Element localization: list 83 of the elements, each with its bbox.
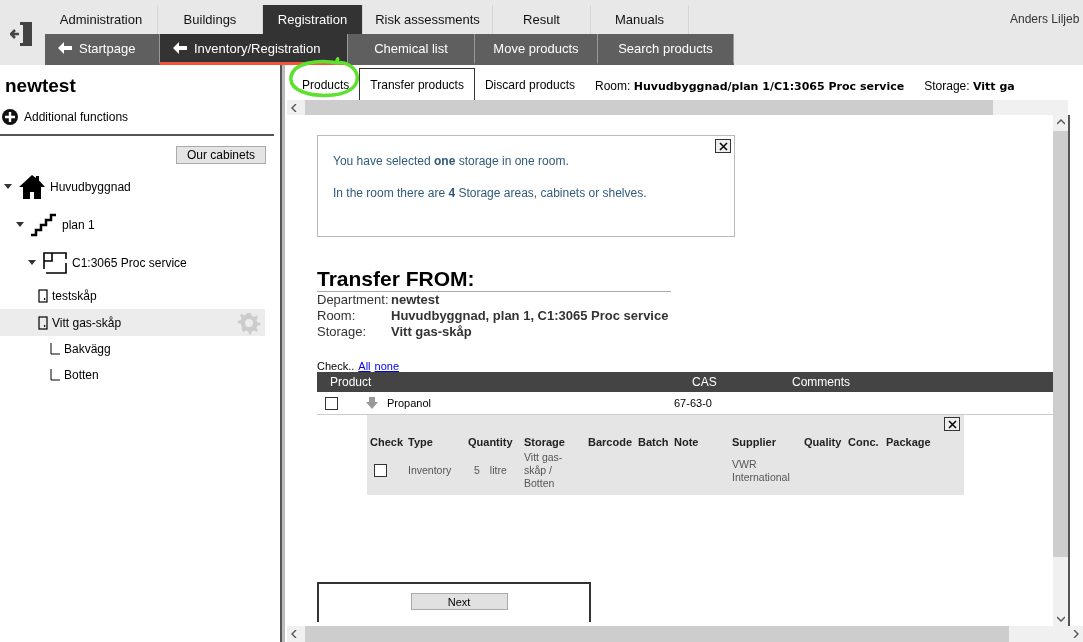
content-tab[interactable]: Transfer products	[359, 68, 475, 100]
tree-item[interactable]: Bakvägg	[0, 336, 265, 362]
column-header: Barcode	[588, 435, 634, 450]
column-header: Type	[408, 435, 434, 450]
room-location: Room: Huvudbyggnad/plan 1/C1:3065 Proc service	[594, 78, 906, 95]
field-value: Vitt gas-skåp	[391, 324, 473, 340]
down-arrow-icon[interactable]	[366, 397, 378, 409]
row-checkbox[interactable]	[374, 464, 387, 477]
check-link[interactable]: All	[358, 360, 371, 372]
caret-icon[interactable]	[4, 184, 12, 190]
product-name: Propanol	[387, 397, 433, 409]
horizontal-scrollbar[interactable]	[287, 100, 1068, 115]
check-link[interactable]: none	[374, 360, 399, 372]
close-icon	[718, 141, 728, 151]
tree-item[interactable]: C1:3065 Proc service	[0, 244, 265, 282]
field-label: Storage:	[317, 324, 368, 340]
close-button[interactable]	[715, 139, 731, 153]
scroll-right-icon[interactable]	[1073, 630, 1079, 638]
left-arrow-icon	[57, 41, 73, 55]
subnav-tab[interactable]: Search products	[598, 34, 734, 65]
content-tab[interactable]: Discard products	[474, 70, 585, 100]
scroll-left-icon[interactable]	[291, 103, 297, 112]
scroll-up-icon[interactable]	[1056, 119, 1065, 125]
cabinet-icon	[38, 315, 48, 330]
caret-icon[interactable]	[16, 222, 24, 228]
tree-item[interactable]: Huvudbyggnad	[0, 168, 265, 206]
branch-line-icon	[50, 369, 60, 381]
caret-icon[interactable]	[28, 260, 36, 266]
scroll-down-icon[interactable]	[1056, 616, 1065, 622]
exit-door-icon[interactable]	[10, 20, 34, 48]
column-header: Storage	[524, 435, 566, 450]
field-label: Room:	[317, 308, 357, 324]
field-value: Huvudbyggnad, plan 1, C1:3065 Proc service	[391, 308, 670, 324]
field-label: Department:	[317, 292, 390, 308]
tree-item[interactable]: plan 1	[0, 206, 265, 244]
column-header: Batch	[638, 435, 670, 450]
floor-plan-icon	[42, 251, 68, 275]
section-heading: Transfer FROM:	[317, 267, 671, 292]
tree-item[interactable]: testskåp	[0, 282, 265, 309]
nav-tab[interactable]: Registration	[263, 5, 363, 34]
cas-number: 67-63-0	[674, 397, 712, 409]
left-arrow-icon	[172, 41, 188, 55]
table-cell-text: VWR International	[732, 456, 791, 485]
table-cell: litre	[489, 464, 507, 477]
subnav-tab[interactable]: Move products	[475, 34, 598, 65]
check-label: Check..	[317, 360, 355, 372]
branch-line-icon	[50, 343, 60, 355]
column-header: CAS	[692, 375, 718, 389]
column-header: Quantity	[468, 435, 514, 450]
field-value: newtest	[391, 292, 441, 308]
storage-location: Storage: Vitt ga	[923, 78, 1016, 95]
horizontal-scrollbar[interactable]	[287, 626, 1083, 642]
tree-item[interactable]: Vitt gas-skåp	[0, 309, 265, 336]
column-header: Note	[674, 435, 700, 450]
info-text: You have selected one storage in one room.	[333, 154, 570, 168]
column-header: Comments	[792, 375, 850, 389]
close-icon	[947, 419, 957, 429]
table-cell: 5	[474, 464, 480, 477]
row-checkbox[interactable]	[325, 396, 338, 410]
subnav-tab[interactable]: Chemical list	[348, 34, 475, 65]
user-name[interactable]: Anders Liljeb	[1010, 5, 1083, 34]
column-header: Quality	[804, 435, 843, 450]
additional-functions-link[interactable]: Additional functions	[0, 105, 280, 129]
cabinet-icon	[38, 288, 48, 303]
subnav-tab[interactable]: Inventory/Registration	[160, 34, 348, 65]
table-cell-text: Vitt gas-skåp / Botten	[524, 451, 564, 490]
next-button[interactable]: Next	[410, 593, 508, 610]
house-icon	[18, 174, 46, 200]
table-cell-text: Inventory	[408, 463, 453, 478]
content-tab[interactable]: Products	[292, 70, 360, 100]
column-header: Check	[370, 435, 405, 450]
tree-item[interactable]: Botten	[0, 362, 265, 388]
stairs-icon	[30, 213, 58, 237]
column-header: Supplier	[732, 435, 777, 450]
close-button[interactable]	[944, 417, 960, 431]
column-header: Product	[329, 375, 373, 389]
subnav-tab[interactable]: Startpage	[45, 34, 160, 65]
department-title: newtest	[4, 74, 77, 98]
info-text: In the room there are 4 Storage areas, cabinets or shelves.	[333, 186, 648, 200]
column-header: Package	[886, 435, 932, 450]
our-cabinets-button[interactable]: Our cabinets	[175, 146, 266, 164]
column-header: Conc.	[848, 435, 880, 450]
scroll-left-icon[interactable]	[291, 630, 297, 638]
